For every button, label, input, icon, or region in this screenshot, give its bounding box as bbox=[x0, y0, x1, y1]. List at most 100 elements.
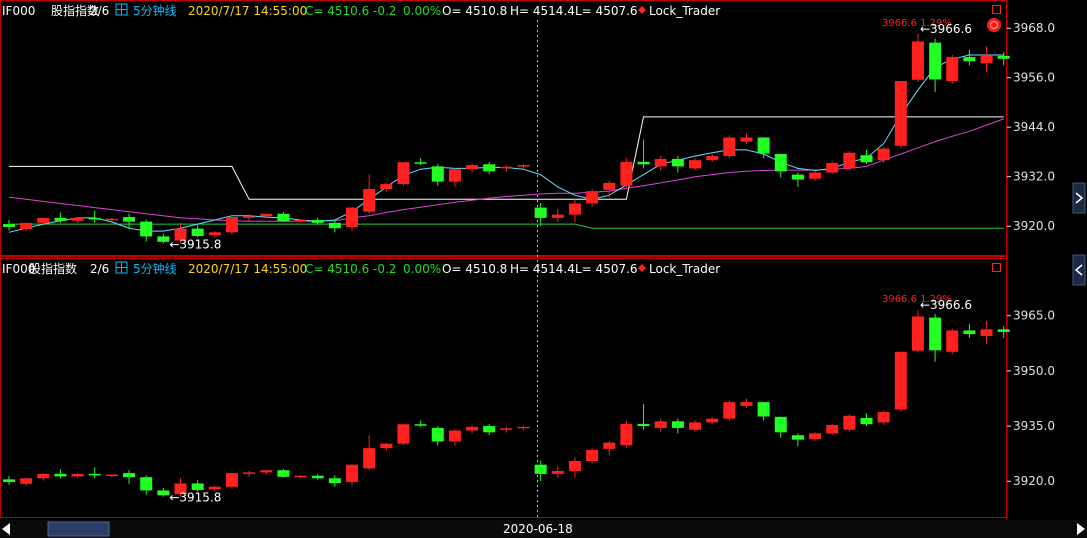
period-label[interactable]: 5分钟线 bbox=[133, 261, 177, 276]
kline-chart[interactable]: 3966.6 1.29%←3966.6←3915.8 3966.6 1.29%←… bbox=[0, 0, 1087, 538]
lower-candle-body[interactable] bbox=[54, 473, 67, 477]
lower-candle-body[interactable] bbox=[791, 435, 804, 440]
scroll-thumb[interactable] bbox=[47, 521, 110, 537]
lower-candle-body[interactable] bbox=[105, 474, 118, 477]
lower-candle-body[interactable] bbox=[551, 470, 564, 474]
upper-candle-body[interactable] bbox=[843, 152, 856, 169]
upper-candle-body[interactable] bbox=[54, 217, 67, 221]
upper-candle-body[interactable] bbox=[363, 189, 376, 212]
upper-candle-body[interactable] bbox=[311, 219, 324, 223]
upper-candle-body[interactable] bbox=[483, 164, 496, 172]
lower-candle-body[interactable] bbox=[37, 473, 50, 479]
lower-candle-body[interactable] bbox=[774, 416, 787, 433]
upper-candle-body[interactable] bbox=[448, 169, 461, 182]
upper-candle-body[interactable] bbox=[88, 217, 101, 220]
lower-candle-body[interactable] bbox=[860, 417, 873, 425]
upper-candle-body[interactable] bbox=[225, 217, 238, 233]
upper-candle-body[interactable] bbox=[997, 55, 1010, 59]
red-circle-icon[interactable] bbox=[987, 18, 1001, 32]
lower-candle-body[interactable] bbox=[140, 477, 153, 491]
upper-candle-body[interactable] bbox=[980, 55, 993, 64]
upper-candle-body[interactable] bbox=[294, 219, 307, 222]
lower-candle-body[interactable] bbox=[980, 329, 993, 336]
lower-candle-body[interactable] bbox=[277, 470, 290, 477]
lower-candle-body[interactable] bbox=[620, 423, 633, 446]
lower-candle-body[interactable] bbox=[689, 422, 701, 430]
lower-candle-body[interactable] bbox=[740, 402, 753, 406]
upper-candle-body[interactable] bbox=[277, 213, 290, 222]
upper-candle-body[interactable] bbox=[105, 218, 118, 221]
chevron-right-icon[interactable] bbox=[1072, 182, 1086, 214]
lower-candle-body[interactable] bbox=[191, 483, 204, 491]
upper-candle-body[interactable] bbox=[568, 203, 581, 215]
lower-candle-body[interactable] bbox=[671, 421, 684, 428]
lower-candle-body[interactable] bbox=[723, 402, 736, 419]
lower-candle-body[interactable] bbox=[397, 424, 410, 444]
upper-candle-body[interactable] bbox=[894, 81, 907, 146]
upper-candle-body[interactable] bbox=[809, 172, 822, 179]
lower-candle-body[interactable] bbox=[123, 473, 136, 478]
lower-candle-body[interactable] bbox=[654, 421, 667, 428]
indicator-label[interactable]: Lock_Trader bbox=[649, 4, 720, 18]
upper-candle-body[interactable] bbox=[774, 153, 787, 172]
indicator-label[interactable]: Lock_Trader bbox=[649, 262, 720, 276]
lower-candle-body[interactable] bbox=[346, 464, 358, 482]
upper-candle-body[interactable] bbox=[757, 137, 770, 154]
upper-candle-body[interactable] bbox=[380, 184, 393, 190]
upper-candle-body[interactable] bbox=[689, 160, 701, 169]
lower-candle-body[interactable] bbox=[843, 415, 856, 430]
upper-candle-body[interactable] bbox=[157, 236, 170, 242]
lower-candle-body[interactable] bbox=[260, 470, 273, 473]
chevron-left-icon[interactable] bbox=[1072, 254, 1086, 286]
upper-candle-body[interactable] bbox=[3, 224, 15, 227]
upper-candle-body[interactable] bbox=[911, 41, 924, 80]
upper-candle-body[interactable] bbox=[706, 156, 719, 161]
lower-candle-body[interactable] bbox=[466, 426, 479, 431]
upper-candle-body[interactable] bbox=[414, 162, 427, 164]
upper-candle-body[interactable] bbox=[397, 162, 410, 185]
lower-candle-body[interactable] bbox=[963, 330, 976, 335]
upper-candle-body[interactable] bbox=[791, 174, 804, 180]
lower-candle-body[interactable] bbox=[243, 472, 256, 474]
upper-candle-body[interactable] bbox=[654, 158, 667, 167]
upper-candle-body[interactable] bbox=[860, 155, 873, 163]
upper-candle-body[interactable] bbox=[140, 221, 153, 237]
lower-candle-body[interactable] bbox=[3, 479, 15, 482]
upper-candle-body[interactable] bbox=[740, 137, 753, 142]
lower-candle-body[interactable] bbox=[637, 423, 650, 427]
upper-candle-body[interactable] bbox=[826, 163, 839, 173]
upper-candle-body[interactable] bbox=[208, 232, 221, 236]
lower-candle-body[interactable] bbox=[483, 426, 496, 433]
lower-candle-body[interactable] bbox=[363, 448, 376, 469]
upper-candle-body[interactable] bbox=[603, 182, 616, 190]
lower-candle-body[interactable] bbox=[88, 473, 101, 476]
lower-candle-body[interactable] bbox=[20, 478, 33, 484]
upper-candle-body[interactable] bbox=[431, 166, 444, 182]
upper-candle-body[interactable] bbox=[37, 217, 50, 223]
lower-candle-body[interactable] bbox=[500, 428, 513, 430]
upper-candle-body[interactable] bbox=[466, 165, 479, 170]
upper-candle-body[interactable] bbox=[346, 207, 358, 227]
lower-candle-body[interactable] bbox=[603, 442, 616, 449]
upper-candle-body[interactable] bbox=[500, 166, 513, 169]
lower-candle-body[interactable] bbox=[911, 316, 924, 351]
upper-candle-body[interactable] bbox=[637, 161, 650, 165]
lower-candle-body[interactable] bbox=[826, 424, 839, 434]
upper-candle-body[interactable] bbox=[191, 228, 204, 237]
upper-candle-body[interactable] bbox=[551, 214, 564, 218]
lower-candle-body[interactable] bbox=[517, 426, 530, 429]
lower-candle-body[interactable] bbox=[311, 475, 324, 479]
lower-candle-body[interactable] bbox=[380, 443, 393, 449]
upper-candle-body[interactable] bbox=[534, 207, 547, 218]
upper-candle-body[interactable] bbox=[620, 161, 633, 186]
upper-candle-body[interactable] bbox=[123, 217, 136, 222]
lower-candle-body[interactable] bbox=[997, 329, 1010, 332]
lower-candle-body[interactable] bbox=[448, 430, 461, 442]
lower-candle-body[interactable] bbox=[534, 464, 547, 474]
lower-candle-body[interactable] bbox=[294, 475, 307, 478]
lower-candle-body[interactable] bbox=[414, 424, 427, 426]
lower-candle-body[interactable] bbox=[809, 433, 822, 439]
upper-candle-body[interactable] bbox=[929, 42, 942, 80]
upper-candle-body[interactable] bbox=[328, 222, 341, 229]
lower-candle-body[interactable] bbox=[157, 490, 170, 496]
